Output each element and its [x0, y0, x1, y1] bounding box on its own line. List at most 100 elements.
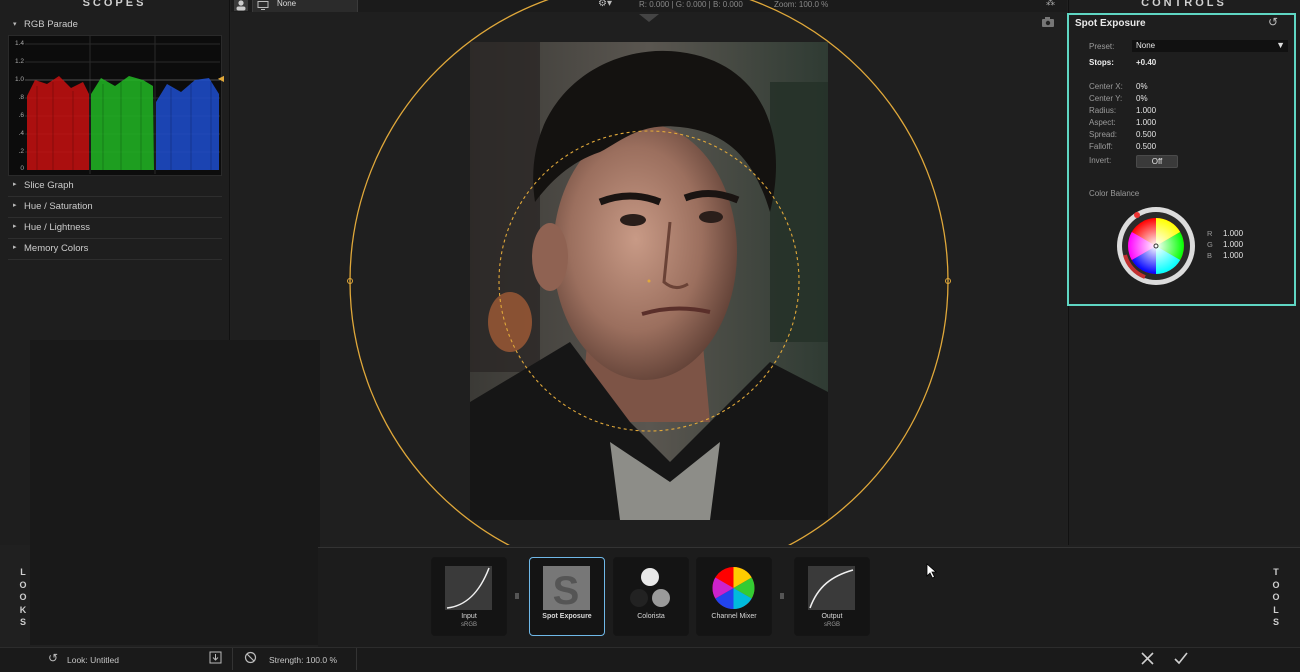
tools-letter: O — [1272, 579, 1280, 590]
looks-letter: L — [20, 567, 26, 577]
g-value[interactable]: 1.000 — [1223, 240, 1243, 249]
reset-icon[interactable]: ↺ — [1268, 15, 1278, 29]
invert-toggle[interactable]: Off — [1136, 155, 1178, 168]
strength-value[interactable]: Strength: 100.0 % — [269, 655, 337, 665]
tools-letter: L — [1273, 604, 1279, 615]
invert-label: Invert: — [1089, 156, 1112, 165]
stops-label: Stops: — [1089, 58, 1114, 67]
panel-title: Spot Exposure — [1075, 18, 1146, 29]
node-input[interactable]: Input sRGB — [431, 557, 507, 636]
parade-axis-label: 1.4 — [14, 40, 24, 47]
spot-exposure-icon: S — [543, 566, 590, 610]
param-label: Center Y: — [1089, 94, 1123, 103]
param-label: Center X: — [1089, 82, 1123, 91]
divider — [232, 648, 233, 670]
divider — [356, 648, 357, 670]
center-x-value[interactable]: 0% — [1136, 82, 1148, 91]
node-connector — [515, 593, 519, 599]
preset-select[interactable]: None ▼ — [1132, 40, 1288, 52]
looks-letter: S — [19, 617, 26, 627]
curve-icon — [808, 566, 855, 610]
cancel-icon[interactable] — [1140, 651, 1155, 666]
param-label: Aspect: — [1089, 118, 1116, 127]
parade-axis-label: .8 — [18, 94, 24, 101]
controls-title: CONTROLS — [1141, 0, 1227, 9]
falloff-value[interactable]: 0.500 — [1136, 142, 1156, 151]
parade-axis-label: .2 — [18, 148, 24, 155]
chevron-down-icon: ▼ — [1276, 40, 1285, 50]
node-output[interactable]: Output sRGB — [794, 557, 870, 636]
spread-value[interactable]: 0.500 — [1136, 130, 1156, 139]
node-label: Spot Exposure — [542, 613, 592, 620]
scopes-title: SCOPES — [82, 0, 147, 9]
section-label: Slice Graph — [24, 180, 74, 191]
aspect-value[interactable]: 1.000 — [1136, 118, 1156, 127]
chevron-right-icon: ▸ — [13, 181, 17, 188]
rgb-parade-header[interactable]: ▾ RGB Parade — [8, 17, 222, 33]
color-balance-label: Color Balance — [1089, 189, 1140, 198]
radius-value[interactable]: 1.000 — [1136, 106, 1156, 115]
section-slice-graph[interactable]: ▸ Slice Graph — [8, 176, 222, 197]
looks-letter: O — [19, 579, 27, 590]
invert-value: Off — [1151, 157, 1163, 166]
node-channel-mixer[interactable]: Channel Mixer — [696, 557, 772, 636]
section-label: Memory Colors — [24, 243, 89, 254]
dim-overlay — [30, 340, 320, 645]
rgb-parade-scope: 1.4 1.2 1.0 .8 .6 .4 .2 0 ◀ — [8, 35, 224, 176]
parade-axis-label: .4 — [18, 130, 24, 137]
spot-exposure-panel: Spot Exposure ↺ Preset: None ▼ Stops: +0… — [1067, 13, 1296, 306]
chevron-right-icon: ▸ — [13, 202, 17, 209]
parade-axis-label: .6 — [18, 112, 24, 119]
rgb-label: R — [1207, 229, 1213, 238]
spot-overlay[interactable] — [231, 0, 1067, 545]
param-label: Falloff: — [1089, 142, 1113, 151]
tools-letter: T — [1273, 567, 1279, 577]
node-label: Output — [821, 613, 843, 620]
looks-letter: O — [19, 592, 27, 602]
preset-value: None — [1136, 41, 1156, 50]
tools-tab[interactable]: T O O L S — [1269, 566, 1283, 629]
stops-value[interactable]: +0.40 — [1136, 58, 1156, 67]
node-label: Channel Mixer — [711, 613, 757, 620]
section-hue-saturation[interactable]: ▸ Hue / Saturation — [8, 197, 222, 218]
chevron-right-icon: ▸ — [13, 244, 17, 251]
bypass-icon[interactable] — [244, 651, 257, 664]
center-y-value[interactable]: 0% — [1136, 94, 1148, 103]
param-label: Spread: — [1089, 130, 1118, 139]
rgb-parade-label: RGB Parade — [24, 19, 78, 30]
save-look-icon[interactable] — [209, 651, 222, 664]
node-sublabel: sRGB — [460, 622, 477, 628]
section-memory-colors[interactable]: ▸ Memory Colors — [8, 239, 222, 260]
node-sublabel: sRGB — [823, 622, 840, 628]
status-bar — [0, 647, 1300, 672]
look-name: Look: Untitled — [67, 655, 119, 665]
rgb-label: B — [1207, 251, 1213, 260]
mouse-cursor-icon — [926, 563, 938, 579]
section-hue-lightness[interactable]: ▸ Hue / Lightness — [8, 218, 222, 239]
parade-marker-icon: ◀ — [217, 74, 224, 83]
node-colorista[interactable]: Colorista — [613, 557, 689, 636]
tools-letter: O — [1272, 592, 1280, 602]
r-value[interactable]: 1.000 — [1223, 229, 1243, 238]
node-spot-exposure[interactable]: S Spot Exposure — [529, 557, 605, 636]
b-value[interactable]: 1.000 — [1223, 251, 1243, 260]
node-connector — [780, 593, 784, 599]
channel-mixer-icon — [712, 567, 755, 609]
curve-icon — [445, 566, 492, 610]
parade-axis-label: 1.0 — [14, 76, 24, 83]
chevron-down-icon: ▾ — [13, 21, 17, 28]
section-label: Hue / Saturation — [24, 201, 93, 212]
looks-tab[interactable]: L O O K S — [16, 566, 30, 629]
tools-letter: S — [1272, 617, 1279, 627]
node-label: Input — [461, 613, 477, 620]
rgb-label: G — [1207, 240, 1213, 249]
color-wheel[interactable] — [1115, 205, 1197, 287]
node-label: Colorista — [637, 613, 665, 620]
apply-check-icon[interactable] — [1173, 651, 1189, 666]
parade-axis-label: 0 — [20, 165, 24, 172]
svg-text:S: S — [553, 569, 580, 610]
undo-icon[interactable]: ↺ — [48, 651, 58, 665]
param-label: Radius: — [1089, 106, 1117, 115]
parade-waveform — [25, 36, 220, 174]
section-label: Hue / Lightness — [24, 222, 91, 233]
